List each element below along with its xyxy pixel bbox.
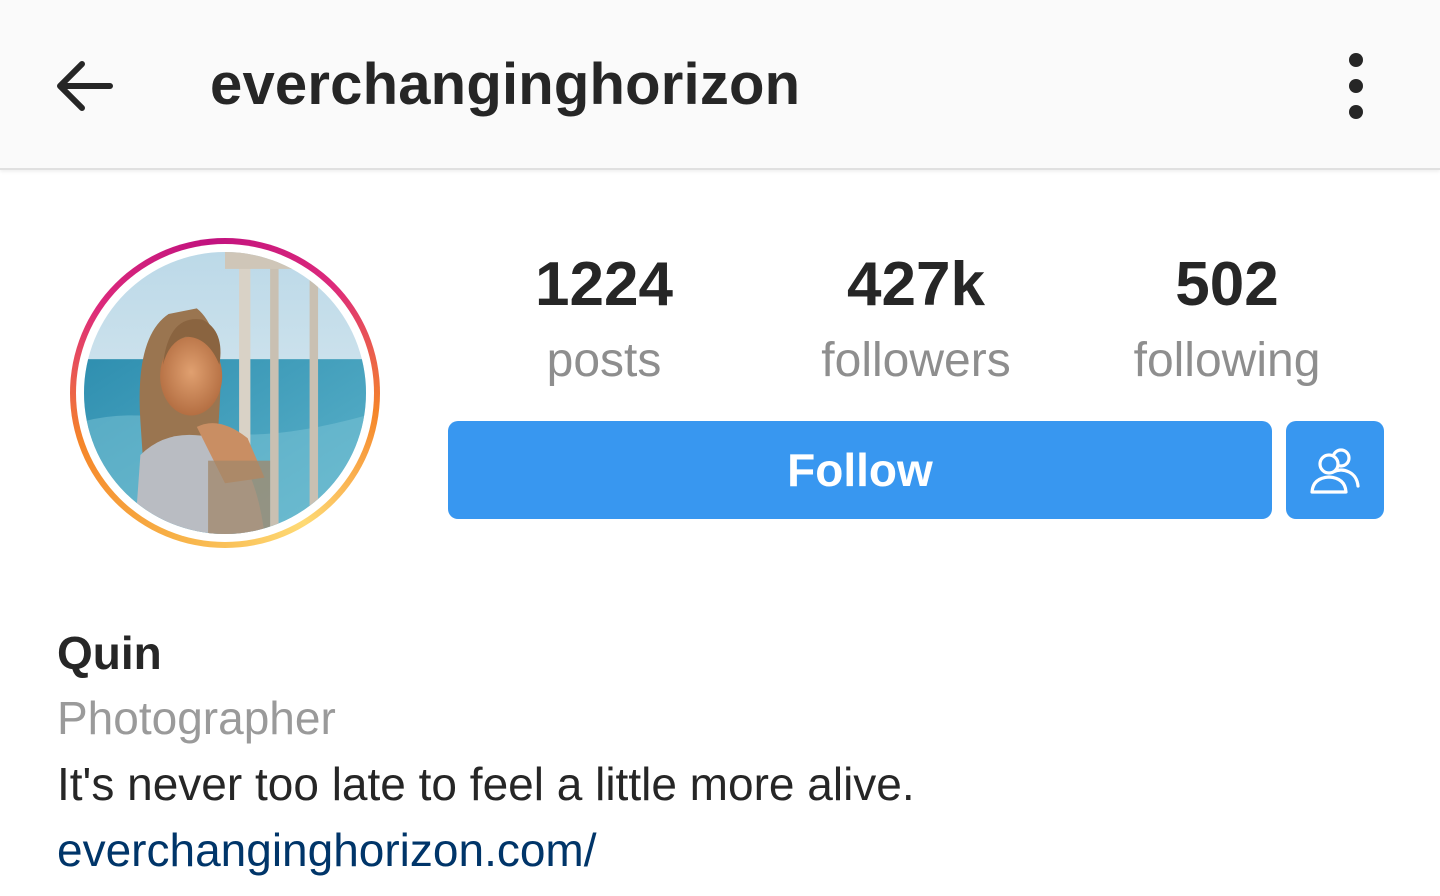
suggested-accounts-button[interactable] xyxy=(1286,421,1384,519)
story-ring[interactable] xyxy=(70,238,380,548)
posts-count: 1224 xyxy=(535,250,673,319)
top-app-bar: everchanginghorizon xyxy=(0,0,1440,170)
bio-full-name: Quin xyxy=(57,627,162,679)
stat-followers[interactable]: 427k followers xyxy=(766,248,1066,398)
more-vertical-icon xyxy=(1349,53,1363,119)
following-label: following xyxy=(1133,334,1321,387)
posts-label: posts xyxy=(546,334,662,387)
stat-following[interactable]: 502 following xyxy=(1077,248,1377,398)
more-options-button[interactable] xyxy=(1316,46,1396,126)
stat-posts[interactable]: 1224 posts xyxy=(454,248,754,398)
bio-text: It's never too late to feel a little mor… xyxy=(57,758,915,810)
bio-website-link[interactable]: everchanginghorizon.com/ xyxy=(57,822,597,878)
followers-count: 427k xyxy=(847,250,985,319)
profile-username: everchanginghorizon xyxy=(210,52,801,117)
arrow-left-icon xyxy=(57,61,113,111)
add-people-icon xyxy=(1310,448,1360,494)
followers-label: followers xyxy=(821,334,1011,387)
back-button[interactable] xyxy=(44,46,124,126)
following-count: 502 xyxy=(1175,250,1279,319)
bio-category: Photographer xyxy=(57,692,336,744)
avatar[interactable] xyxy=(84,252,366,534)
follow-button[interactable]: Follow xyxy=(448,421,1272,519)
avatar-frame xyxy=(76,244,374,542)
